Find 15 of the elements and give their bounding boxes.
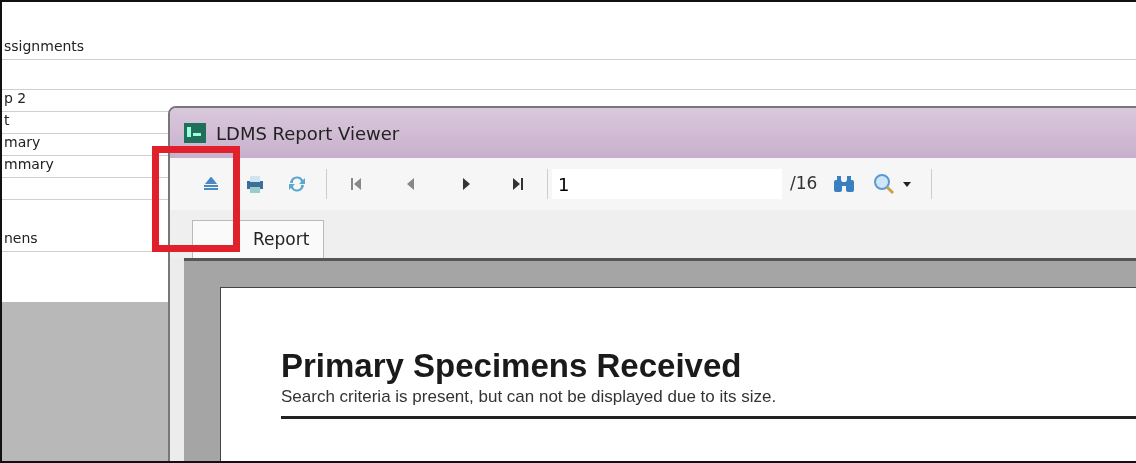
list-item[interactable]: p 2 (4, 88, 27, 109)
report-heading: Primary Specimens Received (281, 348, 743, 385)
list-item[interactable]: mary (4, 132, 41, 153)
page-number-field[interactable]: 1 (552, 169, 782, 199)
print-icon[interactable] (244, 173, 266, 195)
list-item[interactable]: nens (4, 228, 38, 249)
page-total: /16 (790, 172, 818, 196)
list-item[interactable]: t (4, 110, 10, 131)
binoculars-icon[interactable] (833, 173, 856, 195)
report-subtitle: Search criteria is present, but can not be displayed due to its size. (281, 386, 778, 409)
list-item[interactable]: mmary (4, 154, 54, 175)
window-title: LDMS Report Viewer (216, 121, 400, 146)
zoom-icon[interactable] (873, 173, 896, 195)
app-icon (184, 123, 206, 143)
list-item[interactable]: ssignments (4, 36, 85, 57)
